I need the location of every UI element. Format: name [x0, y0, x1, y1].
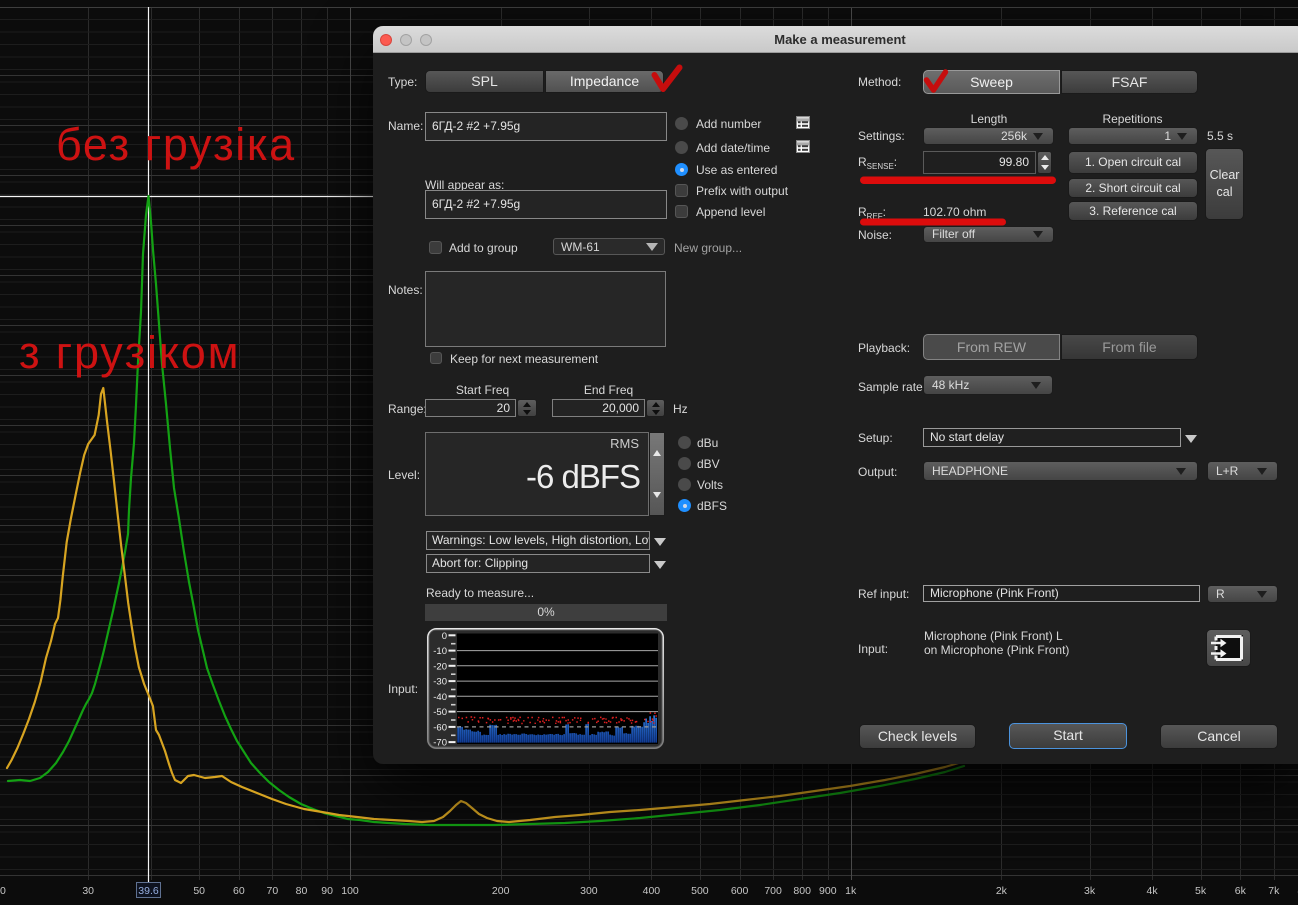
svg-text:50: 50	[193, 885, 205, 897]
svg-text:900: 900	[819, 885, 837, 897]
svg-text:200: 200	[492, 885, 510, 897]
svg-text:2k: 2k	[996, 885, 1008, 897]
svg-text:3k: 3k	[1084, 885, 1096, 897]
svg-text:400: 400	[643, 885, 661, 897]
svg-text:20: 20	[0, 885, 6, 897]
svg-text:600: 600	[731, 885, 749, 897]
svg-text:700: 700	[764, 885, 782, 897]
svg-text:70: 70	[267, 885, 279, 897]
svg-text:30: 30	[82, 885, 94, 897]
svg-text:300: 300	[580, 885, 598, 897]
svg-text:1k: 1k	[845, 885, 857, 897]
svg-text:0: 0	[441, 630, 446, 641]
svg-text:-70: -70	[433, 737, 447, 748]
svg-text:80: 80	[296, 885, 308, 897]
svg-text:39.6: 39.6	[138, 885, 159, 897]
svg-text:4k: 4k	[1147, 885, 1159, 897]
svg-text:-10: -10	[433, 646, 447, 657]
svg-text:6k: 6k	[1235, 885, 1247, 897]
svg-text:5k: 5k	[1195, 885, 1207, 897]
svg-text:500: 500	[691, 885, 709, 897]
svg-text:-60: -60	[433, 722, 447, 733]
svg-text:100: 100	[341, 885, 359, 897]
svg-text:90: 90	[321, 885, 333, 897]
svg-text:60: 60	[233, 885, 245, 897]
svg-text:-50: -50	[433, 707, 447, 718]
svg-text:-20: -20	[433, 661, 447, 672]
svg-text:800: 800	[793, 885, 811, 897]
svg-text:7k: 7k	[1268, 885, 1280, 897]
svg-text:-40: -40	[433, 691, 447, 702]
svg-text:-30: -30	[433, 676, 447, 687]
